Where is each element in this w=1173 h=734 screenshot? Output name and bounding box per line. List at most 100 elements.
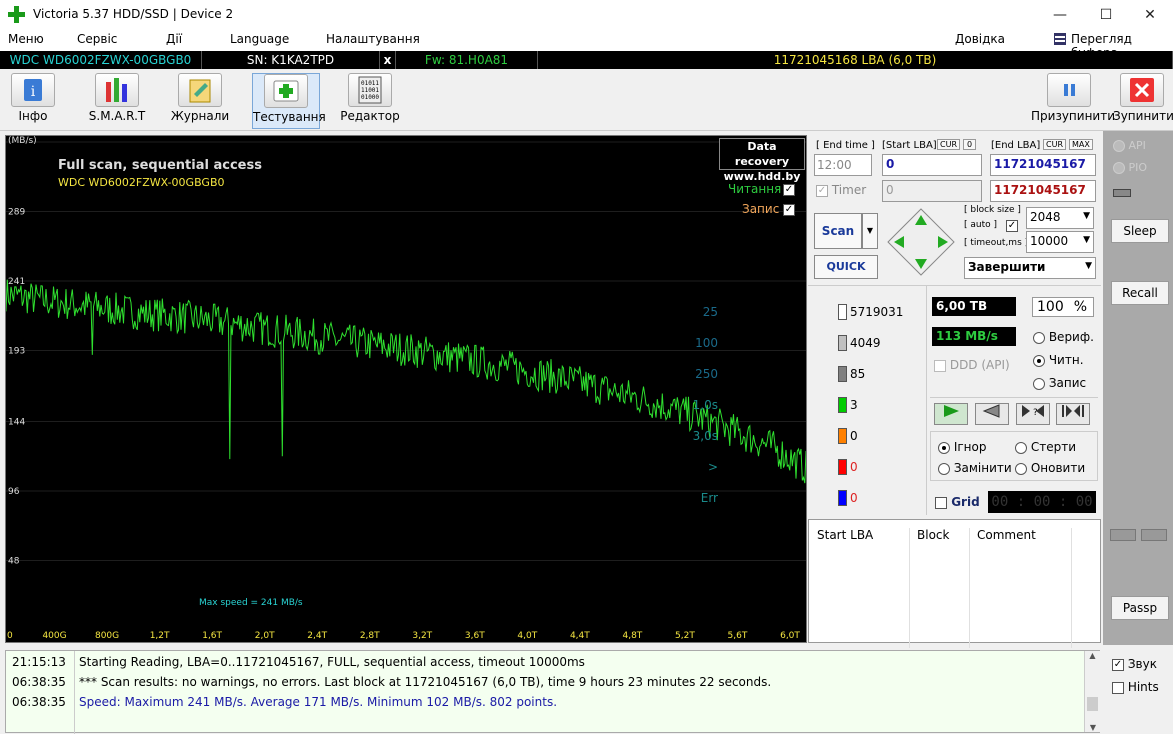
timeout-select[interactable]: 10000 ▼	[1026, 231, 1094, 253]
logs-label: Журнали	[170, 109, 230, 123]
status-indicator-1	[1110, 529, 1136, 541]
reverse-button[interactable]	[975, 403, 1009, 425]
sound-checkbox[interactable]: ✓ Звук	[1112, 657, 1157, 671]
sleep-button[interactable]: Sleep	[1111, 219, 1169, 243]
auto-checkbox[interactable]: ✓	[1006, 218, 1018, 232]
smart-button[interactable]: S.M.A.R.T	[82, 73, 152, 129]
write-radio[interactable]: Запис	[1033, 376, 1086, 390]
menu-item-actions[interactable]: Дії	[166, 32, 182, 46]
read-radio[interactable]: Читн.	[1033, 353, 1084, 367]
minimize-button[interactable]: —	[1037, 0, 1083, 30]
log-message: Speed: Maximum 241 MB/s. Average 171 MB/…	[79, 695, 558, 709]
data-recovery-badge[interactable]: Data recovery www.hdd.by	[719, 138, 805, 183]
write-legend-checkbox[interactable]: ✓	[783, 202, 795, 216]
passport-button[interactable]: Passp	[1111, 596, 1169, 620]
close-button[interactable]: ✕	[1127, 0, 1173, 30]
block-size-select[interactable]: 2048 ▼	[1026, 207, 1094, 229]
counter-swatch	[838, 366, 847, 382]
end-time-input[interactable]: 12:00	[814, 154, 872, 176]
end-lba-cur-button[interactable]: CUR	[1043, 139, 1066, 150]
menu-item-settings[interactable]: Налаштування	[326, 32, 420, 46]
menu-item-language[interactable]: Language	[230, 32, 289, 46]
erase-radio[interactable]: Стерти	[1015, 440, 1076, 454]
y-tick-label: 96	[8, 487, 20, 497]
menu-item-menu[interactable]: Меню	[8, 32, 44, 46]
timer-checkbox[interactable]: ✓ Timer	[816, 183, 866, 197]
block-size-label: [ block size ]	[964, 205, 1021, 215]
maximize-button[interactable]: ☐	[1083, 0, 1129, 30]
start-lba-cur-button[interactable]: CUR	[937, 139, 960, 150]
play-button[interactable]	[934, 403, 968, 425]
speed-graph[interactable]: 289 241 193 144 96 48 0 400G 800G 1,2T 1,6T 2,0T 2,4…	[5, 135, 807, 643]
skip-back-button[interactable]: ?	[1016, 403, 1050, 425]
log-panel[interactable]: 21:15:13 Starting Reading, LBA=0..1172104…	[5, 650, 1100, 734]
timeout-label: [ timeout,ms ]	[964, 238, 1029, 248]
menu-item-service[interactable]: Сервіс	[77, 32, 117, 46]
scan-button[interactable]: Scan	[814, 213, 862, 249]
scroll-thumb[interactable]	[1087, 697, 1098, 711]
counter-label: 250	[695, 367, 718, 381]
counter-swatch	[838, 459, 847, 475]
pause-button[interactable]: Призупинити	[1031, 73, 1115, 129]
counter-label: 3,0s	[692, 429, 718, 443]
table-header-start-lba: Start LBA	[817, 528, 874, 542]
buffer-icon	[1054, 33, 1066, 45]
log-time: 06:38:35	[12, 695, 66, 709]
progress-percent: 100%	[1032, 297, 1094, 317]
menu-item-help[interactable]: Довідка	[955, 32, 1005, 46]
ddd-api-checkbox[interactable]: DDD (API)	[934, 358, 1010, 372]
info-button[interactable]: i Інфо	[6, 73, 60, 129]
end-lba-input[interactable]: 11721045167	[990, 154, 1096, 176]
quick-button[interactable]: QUICK	[814, 255, 878, 279]
smart-label: S.M.A.R.T	[88, 109, 146, 123]
info-label: Інфо	[18, 109, 48, 123]
recall-button[interactable]: Recall	[1111, 281, 1169, 305]
start-lba-zero-button[interactable]: 0	[963, 139, 977, 150]
end-lba-max-button[interactable]: MAX	[1069, 139, 1093, 150]
divider	[926, 285, 927, 515]
timer-input[interactable]: 0	[882, 180, 982, 202]
read-legend-checkbox[interactable]: ✓	[783, 182, 795, 196]
toolbar: i Інфо S.M.A.R.T Журнали Тестування 0101…	[0, 69, 1173, 131]
table-column-divider	[1071, 528, 1072, 648]
binary-editor-icon: 01011 11001 01000	[348, 73, 392, 107]
x-tick-label: 2,8T	[360, 631, 380, 641]
testing-button[interactable]: Тестування	[252, 73, 326, 129]
ignore-radio[interactable]: Ігнор	[938, 440, 986, 454]
side-panel: API PIO Sleep Recall Passp ✓ Звук Hints	[1103, 131, 1173, 694]
api-radio[interactable]: API	[1113, 139, 1146, 152]
direction-pad[interactable]	[886, 207, 956, 277]
graph-title: Full scan, sequential access	[58, 158, 262, 173]
start-lba-input[interactable]: 0	[882, 154, 982, 176]
finish-action-select[interactable]: Завершити ▼	[964, 257, 1096, 279]
editor-button[interactable]: 01011 11001 01000 Редактор	[340, 73, 400, 129]
max-speed-label: Max speed = 241 MB/s	[199, 598, 303, 608]
logs-button[interactable]: Журнали	[170, 73, 230, 129]
close-device-button[interactable]: x	[380, 51, 396, 69]
counter-swatch	[838, 304, 847, 320]
testing-label: Тестування	[253, 110, 326, 124]
graph-subtitle: WDC WD6002FZWX-00GBGB0	[58, 176, 225, 189]
counter-swatch	[838, 490, 847, 506]
smart-icon	[95, 73, 139, 107]
hints-checkbox[interactable]: Hints	[1112, 680, 1159, 694]
stop-button[interactable]: Зупинити	[1113, 73, 1173, 129]
pio-radio[interactable]: PIO	[1113, 161, 1147, 174]
device-model[interactable]: WDC WD6002FZWX-00GBGB0	[0, 51, 202, 69]
skip-end-button[interactable]	[1056, 403, 1090, 425]
scan-dropdown-button[interactable]: ▼	[862, 213, 878, 249]
log-scrollbar[interactable]: ▲ ▼	[1084, 651, 1100, 732]
scroll-up-icon[interactable]: ▲	[1085, 651, 1100, 660]
log-entry: 06:38:35 *** Scan results: no warnings, n…	[6, 672, 1084, 692]
counter-value: 0	[850, 429, 858, 443]
defects-table[interactable]: Start LBA Block Comment	[808, 519, 1101, 648]
grid-checkbox[interactable]: Grid	[935, 495, 980, 509]
refresh-radio[interactable]: Оновити	[1015, 461, 1085, 475]
y-tick-label: 289	[8, 208, 25, 218]
svg-text:i: i	[31, 84, 36, 100]
scroll-down-icon[interactable]: ▼	[1085, 723, 1101, 732]
verify-radio[interactable]: Вериф.	[1033, 330, 1094, 344]
replace-radio[interactable]: Замінити	[938, 461, 1012, 475]
start-lba-label: [Start LBA]	[882, 140, 937, 151]
control-panel: [ End time ] [Start LBA] CUR 0 [End LBA]…	[693, 135, 1101, 648]
